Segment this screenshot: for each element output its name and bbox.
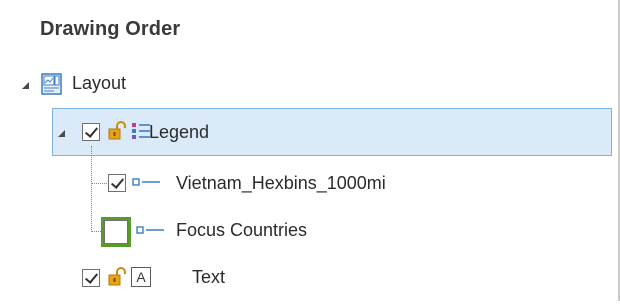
lock-icon[interactable] <box>106 266 128 293</box>
tree-row-layer[interactable]: Vietnam_Hexbins_1000mi <box>100 160 600 208</box>
tree-row-layout[interactable]: Layout <box>0 60 616 108</box>
layer-line-icon <box>132 176 164 195</box>
tree-connector-line <box>91 146 92 232</box>
legend-label: Legend <box>149 122 210 142</box>
layer-label: Vietnam_Hexbins_1000mi <box>176 173 386 193</box>
checkmark-icon <box>110 175 125 189</box>
expand-arrow-icon[interactable] <box>58 130 65 137</box>
layout-icon <box>40 72 64 101</box>
layer-line-icon <box>136 224 168 243</box>
drawing-order-tree: Layout Legend Vietnam_Hexbins_1000mi Foc… <box>0 0 618 301</box>
text-label: Text <box>192 267 226 287</box>
legend-icon <box>130 120 152 147</box>
layer-visibility-checkbox[interactable] <box>101 217 131 247</box>
expand-arrow-icon[interactable] <box>22 82 29 89</box>
layout-label: Layout <box>72 73 127 93</box>
lock-icon[interactable] <box>106 120 128 147</box>
text-element-icon: A <box>131 267 151 287</box>
checkmark-icon <box>84 124 99 138</box>
layer-label: Focus Countries <box>176 220 308 240</box>
tree-row-layer[interactable]: Focus Countries <box>100 208 600 256</box>
text-visibility-checkbox[interactable] <box>82 269 100 287</box>
checkmark-icon <box>84 270 99 284</box>
layer-visibility-checkbox[interactable] <box>108 174 126 192</box>
legend-visibility-checkbox[interactable] <box>82 123 100 141</box>
